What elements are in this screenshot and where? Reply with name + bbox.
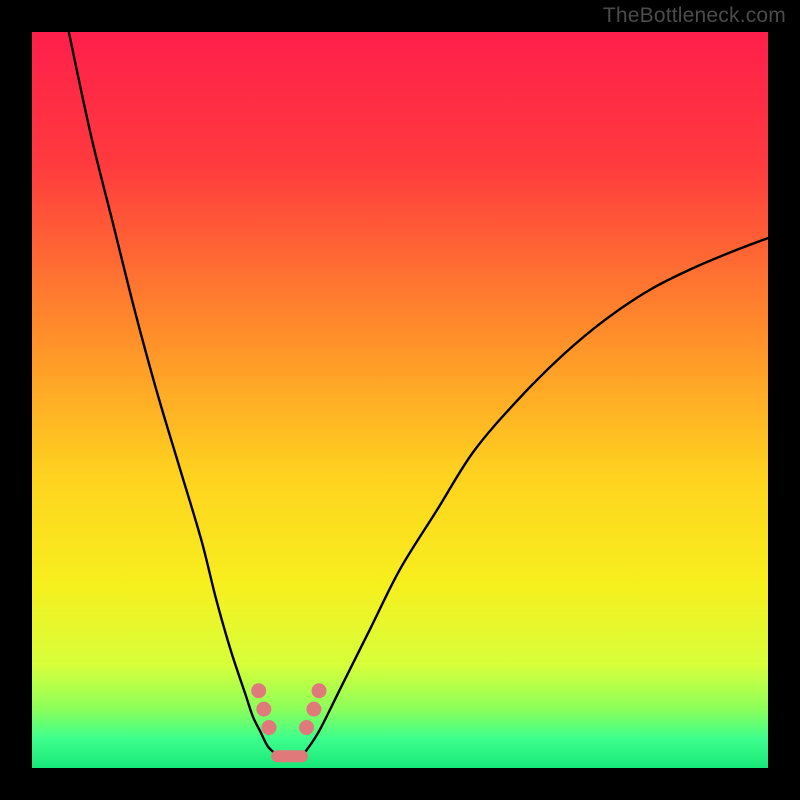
valley-floor-bar (271, 750, 308, 762)
watermark-text: TheBottleneck.com (603, 4, 786, 28)
plot-area (32, 32, 768, 768)
valley-marker-dot (299, 720, 314, 735)
valley-marker-dot (261, 720, 276, 735)
gradient-background (32, 32, 768, 768)
valley-marker-dot (306, 702, 321, 717)
chart-root: TheBottleneck.com (0, 0, 800, 800)
valley-marker-dot (312, 683, 327, 698)
valley-marker-dot (251, 683, 266, 698)
chart-svg (32, 32, 768, 768)
valley-marker-dot (256, 702, 271, 717)
